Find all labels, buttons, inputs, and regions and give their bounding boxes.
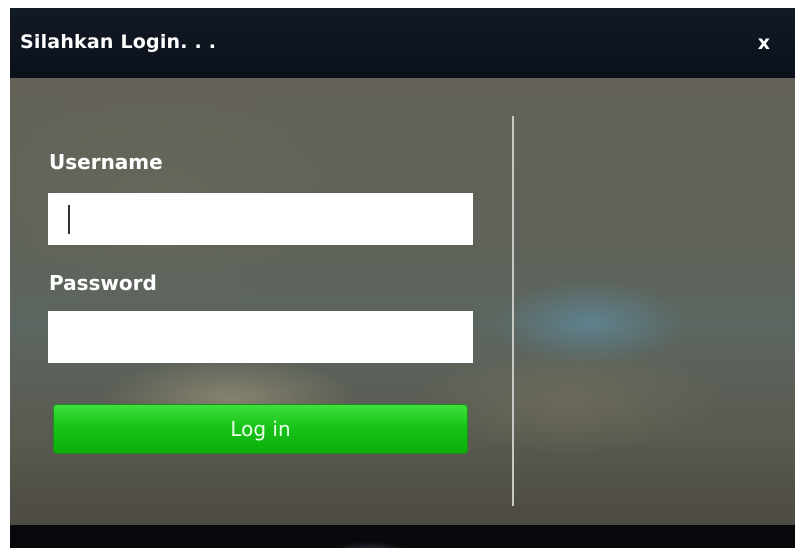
dialog-titlebar: Silahkan Login. . . x <box>10 8 795 78</box>
login-dialog: Silahkan Login. . . x Username Password … <box>10 8 795 548</box>
dialog-bottom-bar <box>10 525 795 548</box>
username-label: Username <box>49 150 163 174</box>
login-button[interactable]: Log in <box>53 404 468 454</box>
vertical-divider <box>512 116 514 506</box>
dialog-body: Username Password Log in <box>10 78 795 525</box>
password-label: Password <box>49 271 157 295</box>
dialog-title: Silahkan Login. . . <box>20 31 217 53</box>
username-input[interactable] <box>48 193 473 245</box>
close-button[interactable]: x <box>758 32 770 54</box>
password-input[interactable] <box>48 311 473 363</box>
